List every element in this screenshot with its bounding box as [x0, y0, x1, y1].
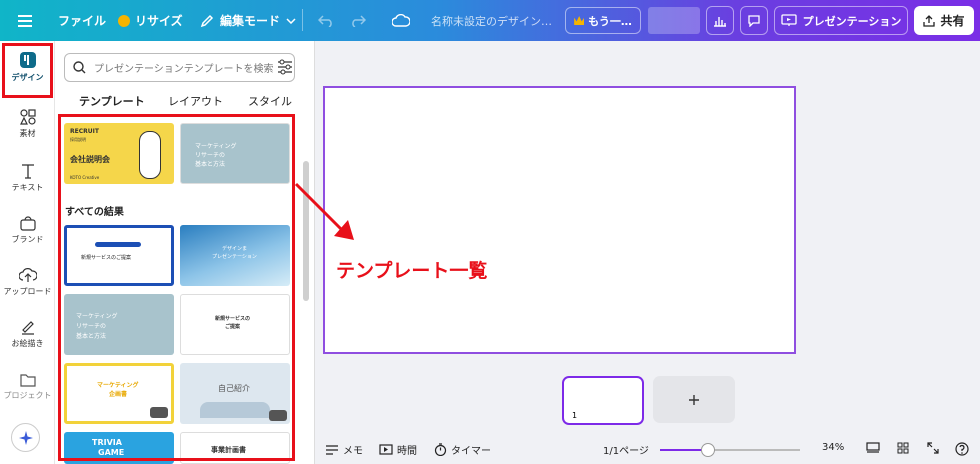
template-list-highlight: [58, 114, 295, 461]
share-button[interactable]: 共有: [914, 6, 974, 35]
comment-icon: [748, 15, 760, 27]
left-navigation: デザイン 素材 テキスト ブランド アップロード お絵描き プロジェクト: [0, 41, 55, 464]
top-bar: ファイル リサイズ 編集モード 名称未設定のデザイン… もう一… プレゼンテーシ…: [0, 0, 980, 41]
play-box-icon: [379, 444, 393, 455]
plus-icon: [689, 394, 699, 405]
brand-icon: [19, 216, 36, 231]
share-icon: [923, 14, 936, 27]
slide-canvas[interactable]: [323, 86, 796, 354]
draw-icon: [21, 321, 34, 335]
help-icon[interactable]: [955, 442, 969, 456]
page-thumbnail[interactable]: 1: [562, 376, 644, 425]
sidebar-item-brand[interactable]: ブランド: [0, 215, 55, 245]
sidebar-item-draw[interactable]: お絵描き: [0, 319, 55, 349]
search-input[interactable]: プレゼンテーションテンプレートを検索: [64, 53, 295, 82]
timer-button[interactable]: タイマー: [434, 442, 491, 457]
page-view-icon[interactable]: [866, 442, 880, 453]
tab-style[interactable]: スタイル: [248, 93, 292, 109]
tab-templates[interactable]: テンプレート: [79, 93, 145, 109]
sparkle-icon: [18, 430, 33, 445]
collaborator-avatar: [648, 7, 700, 34]
tab-layout[interactable]: レイアウト: [168, 93, 223, 109]
edit-mode-dropdown[interactable]: 編集モード: [200, 0, 296, 41]
present-button[interactable]: プレゼンテーション: [774, 6, 908, 35]
redo-icon[interactable]: [350, 0, 366, 41]
grid-view-icon[interactable]: [897, 442, 909, 454]
comment-button[interactable]: [740, 6, 768, 35]
cloud-upload-icon: [18, 268, 37, 282]
crown-icon: [118, 14, 130, 27]
design-tab-highlight: [2, 43, 53, 98]
hamburger-menu-icon[interactable]: [18, 0, 32, 41]
pencil-icon: [200, 14, 214, 27]
notes-button[interactable]: メモ: [325, 442, 363, 457]
duration-button[interactable]: 時間: [379, 442, 417, 457]
arrow-icon: [294, 182, 354, 240]
text-icon: [21, 164, 34, 179]
undo-icon[interactable]: [318, 0, 334, 41]
shapes-icon: [19, 109, 36, 125]
page-indicator[interactable]: 1/1ページ: [603, 442, 649, 457]
bottom-bar: メモ 時間 タイマー 1/1ページ 34%: [315, 434, 980, 464]
sidebar-item-elements[interactable]: 素材: [0, 109, 55, 139]
annotation-label: テンプレート一覧: [336, 260, 488, 282]
zoom-level[interactable]: 34%: [822, 442, 844, 453]
file-menu[interactable]: ファイル: [58, 0, 106, 41]
sidebar-item-upload[interactable]: アップロード: [0, 267, 55, 297]
magic-assistant-button[interactable]: [11, 423, 40, 452]
search-icon: [73, 61, 86, 74]
crown-icon: [574, 16, 585, 25]
zoom-slider[interactable]: [660, 443, 800, 457]
presentation-icon: [780, 14, 797, 26]
sidebar-item-text[interactable]: テキスト: [0, 163, 55, 193]
sidebar-item-projects[interactable]: プロジェクト: [0, 373, 55, 401]
upgrade-button[interactable]: もう一…: [565, 7, 641, 34]
filter-icon[interactable]: [277, 59, 293, 79]
bar-chart-icon: [714, 16, 726, 27]
resize-button[interactable]: リサイズ: [118, 0, 183, 41]
chevron-down-icon: [286, 17, 296, 24]
fullscreen-icon[interactable]: [927, 442, 939, 454]
insights-button[interactable]: [706, 6, 734, 35]
cloud-sync-icon[interactable]: [392, 0, 410, 41]
document-title[interactable]: 名称未設定のデザイン…: [431, 0, 552, 41]
zoom-slider-handle[interactable]: [701, 443, 715, 457]
notes-icon: [326, 444, 338, 455]
folder-icon: [19, 374, 36, 387]
editor-canvas-area: 1: [315, 41, 980, 464]
stopwatch-icon: [434, 443, 447, 456]
add-page-button[interactable]: [653, 376, 735, 423]
